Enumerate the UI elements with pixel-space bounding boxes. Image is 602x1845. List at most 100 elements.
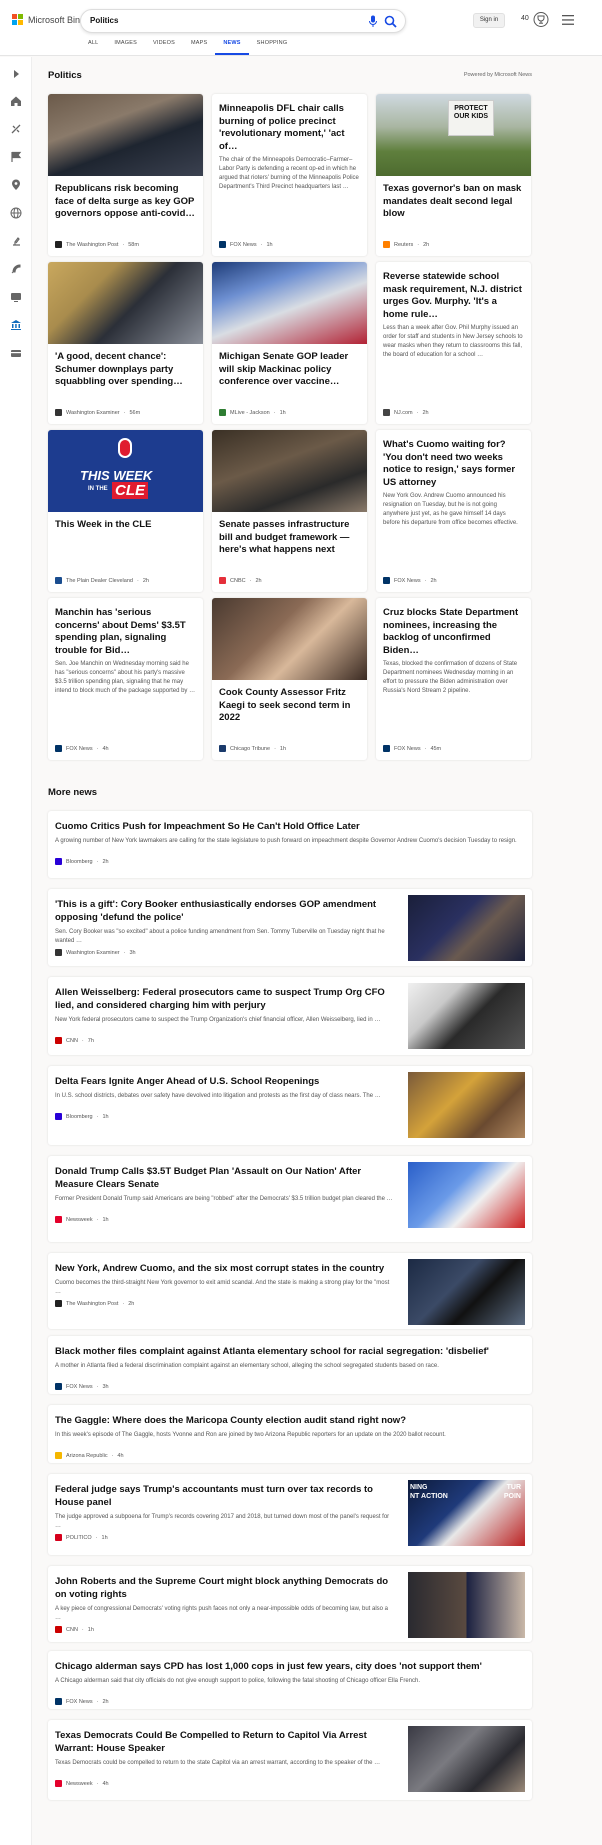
news-row-source[interactable]: Newsweek · 4h [55,1780,109,1787]
news-card[interactable]: Cruz blocks State Department nominees, i… [376,598,531,760]
news-card[interactable]: What's Cuomo waiting for? 'You don't nee… [376,430,531,592]
news-card-title[interactable]: Cruz blocks State Department nominees, i… [383,607,524,657]
news-card-title[interactable]: 'A good, decent chance': Schumer downpla… [55,351,196,389]
news-card-title[interactable]: Texas governor's ban on mask mandates de… [383,183,524,221]
rocket-icon[interactable] [10,263,22,275]
news-row-title[interactable]: John Roberts and the Supreme Court might… [55,1575,395,1601]
tab-news[interactable]: NEWS [215,40,249,55]
chevron-right-icon[interactable] [10,68,22,80]
news-card-source[interactable]: CNBC · 2h [219,577,262,584]
news-card-title[interactable]: Manchin has 'serious concerns' about Dem… [55,607,196,657]
news-card-source[interactable]: FOX News · 45m [383,745,441,752]
news-row-title[interactable]: Texas Democrats Could Be Compelled to Re… [55,1729,395,1755]
news-row[interactable]: The Gaggle: Where does the Maricopa Coun… [48,1405,532,1463]
rewards-points[interactable]: 40 [521,15,529,22]
news-row-image[interactable] [408,1259,525,1325]
news-row-source[interactable]: Bloomberg · 1h [55,1113,109,1120]
news-row[interactable]: Black mother files complaint against Atl… [48,1336,532,1394]
news-row-title[interactable]: The Gaggle: Where does the Maricopa Coun… [55,1414,525,1427]
bing-logo[interactable]: Microsoft Bing [12,14,85,25]
news-row[interactable]: Texas Democrats Could Be Compelled to Re… [48,1720,532,1800]
news-row-source[interactable]: CNN · 7h [55,1037,94,1044]
news-card-source[interactable]: FOX News · 2h [383,577,437,584]
news-card-image[interactable] [48,94,203,176]
tab-images[interactable]: IMAGES [106,40,145,55]
news-row-image[interactable] [408,983,525,1049]
news-card[interactable]: Reverse statewide school mask requiremen… [376,262,531,424]
news-row[interactable]: Allen Weisselberg: Federal prosecutors c… [48,977,532,1055]
news-card-source[interactable]: FOX News · 1h [219,241,273,248]
sign-in-button[interactable]: Sign in [473,13,505,28]
news-row-image[interactable] [408,1162,525,1228]
news-row-source[interactable]: FOX News · 3h [55,1383,109,1390]
news-card-title[interactable]: What's Cuomo waiting for? 'You don't nee… [383,439,524,489]
news-row-title[interactable]: Delta Fears Ignite Anger Ahead of U.S. S… [55,1075,395,1088]
news-row-image[interactable] [408,895,525,961]
microscope-icon[interactable] [10,235,22,247]
news-card-source[interactable]: The Plain Dealer Cleveland · 2h [55,577,149,584]
news-card-title[interactable]: Cook County Assessor Fritz Kaegi to seek… [219,687,360,725]
news-card-title[interactable]: This Week in the CLE [55,519,196,532]
news-row-image[interactable] [408,1572,525,1638]
news-row[interactable]: 'This is a gift': Cory Booker enthusiast… [48,889,532,966]
wallet-icon[interactable] [10,347,22,359]
news-row[interactable]: John Roberts and the Supreme Court might… [48,1566,532,1642]
news-card-source[interactable]: Washington Examiner · 56m [55,409,140,416]
news-card-image[interactable] [212,430,367,512]
news-row-source[interactable]: Arizona Republic · 4h [55,1452,124,1459]
news-card-source[interactable]: FOX News · 4h [55,745,109,752]
news-row-title[interactable]: Black mother files complaint against Atl… [55,1345,525,1358]
news-row[interactable]: Federal judge says Trump's accountants m… [48,1474,532,1555]
news-card-source[interactable]: Chicago Tribune · 1h [219,745,286,752]
news-card[interactable]: PROTECT OUR KIDS Texas governor's ban on … [376,94,531,256]
news-row-source[interactable]: FOX News · 2h [55,1698,109,1705]
news-card-source[interactable]: Reuters · 2h [383,241,429,248]
news-row-title[interactable]: Cuomo Critics Push for Impeachment So He… [55,820,525,833]
news-row-title[interactable]: 'This is a gift': Cory Booker enthusiast… [55,898,395,924]
location-pin-icon[interactable] [10,179,22,191]
microphone-icon[interactable] [368,15,378,28]
news-row-source[interactable]: Washington Examiner · 3h [55,949,136,956]
rewards-trophy-icon[interactable] [533,11,549,28]
news-card-source[interactable]: NJ.com · 2h [383,409,429,416]
news-card-image[interactable]: PROTECT OUR KIDS [376,94,531,176]
news-row-source[interactable]: POLITICO · 1h [55,1534,108,1541]
tab-shopping[interactable]: SHOPPING [249,40,296,55]
tab-maps[interactable]: MAPS [183,40,215,55]
flag-icon[interactable] [10,151,22,163]
search-input[interactable]: Politics [90,16,118,25]
news-card[interactable]: 'A good, decent chance': Schumer downpla… [48,262,203,424]
news-row-title[interactable]: Federal judge says Trump's accountants m… [55,1483,395,1509]
news-card-image[interactable] [212,598,367,680]
news-row-source[interactable]: CNN · 1h [55,1626,94,1633]
search-box[interactable]: Politics [80,9,406,33]
tab-all[interactable]: ALL [80,40,106,55]
tab-videos[interactable]: VIDEOS [145,40,183,55]
news-card-image[interactable]: THIS WEEK IN THE CLE [48,430,203,512]
globe-icon[interactable] [10,207,22,219]
news-card[interactable]: Cook County Assessor Fritz Kaegi to seek… [212,598,367,760]
news-row[interactable]: Cuomo Critics Push for Impeachment So He… [48,811,532,878]
news-row-title[interactable]: Allen Weisselberg: Federal prosecutors c… [55,986,395,1012]
news-row-title[interactable]: Donald Trump Calls $3.5T Budget Plan 'As… [55,1165,395,1191]
news-card-image[interactable] [212,262,367,344]
news-card-image[interactable] [48,262,203,344]
news-card[interactable]: Minneapolis DFL chair calls burning of p… [212,94,367,256]
news-card[interactable]: Senate passes infrastructure bill and bu… [212,430,367,592]
news-card-title[interactable]: Minneapolis DFL chair calls burning of p… [219,103,360,153]
news-row-image[interactable] [408,1072,525,1138]
news-row-image[interactable] [408,1726,525,1792]
news-row[interactable]: Delta Fears Ignite Anger Ahead of U.S. S… [48,1066,532,1145]
news-row-image[interactable]: NING NT ACTION TUR POIN [408,1480,525,1546]
news-card[interactable]: Republicans risk becoming face of delta … [48,94,203,256]
news-row[interactable]: Chicago alderman says CPD has lost 1,000… [48,1651,532,1709]
news-card-title[interactable]: Senate passes infrastructure bill and bu… [219,519,360,557]
news-card-source[interactable]: The Washington Post · 58m [55,241,139,248]
news-card[interactable]: Manchin has 'serious concerns' about Dem… [48,598,203,760]
news-row-source[interactable]: Newsweek · 1h [55,1216,109,1223]
news-row-title[interactable]: Chicago alderman says CPD has lost 1,000… [55,1660,525,1673]
news-row-source[interactable]: Bloomberg · 2h [55,858,109,865]
news-card-source[interactable]: MLive - Jackson · 1h [219,409,286,416]
hamburger-menu-icon[interactable] [562,15,574,25]
news-row-title[interactable]: New York, Andrew Cuomo, and the six most… [55,1262,395,1275]
